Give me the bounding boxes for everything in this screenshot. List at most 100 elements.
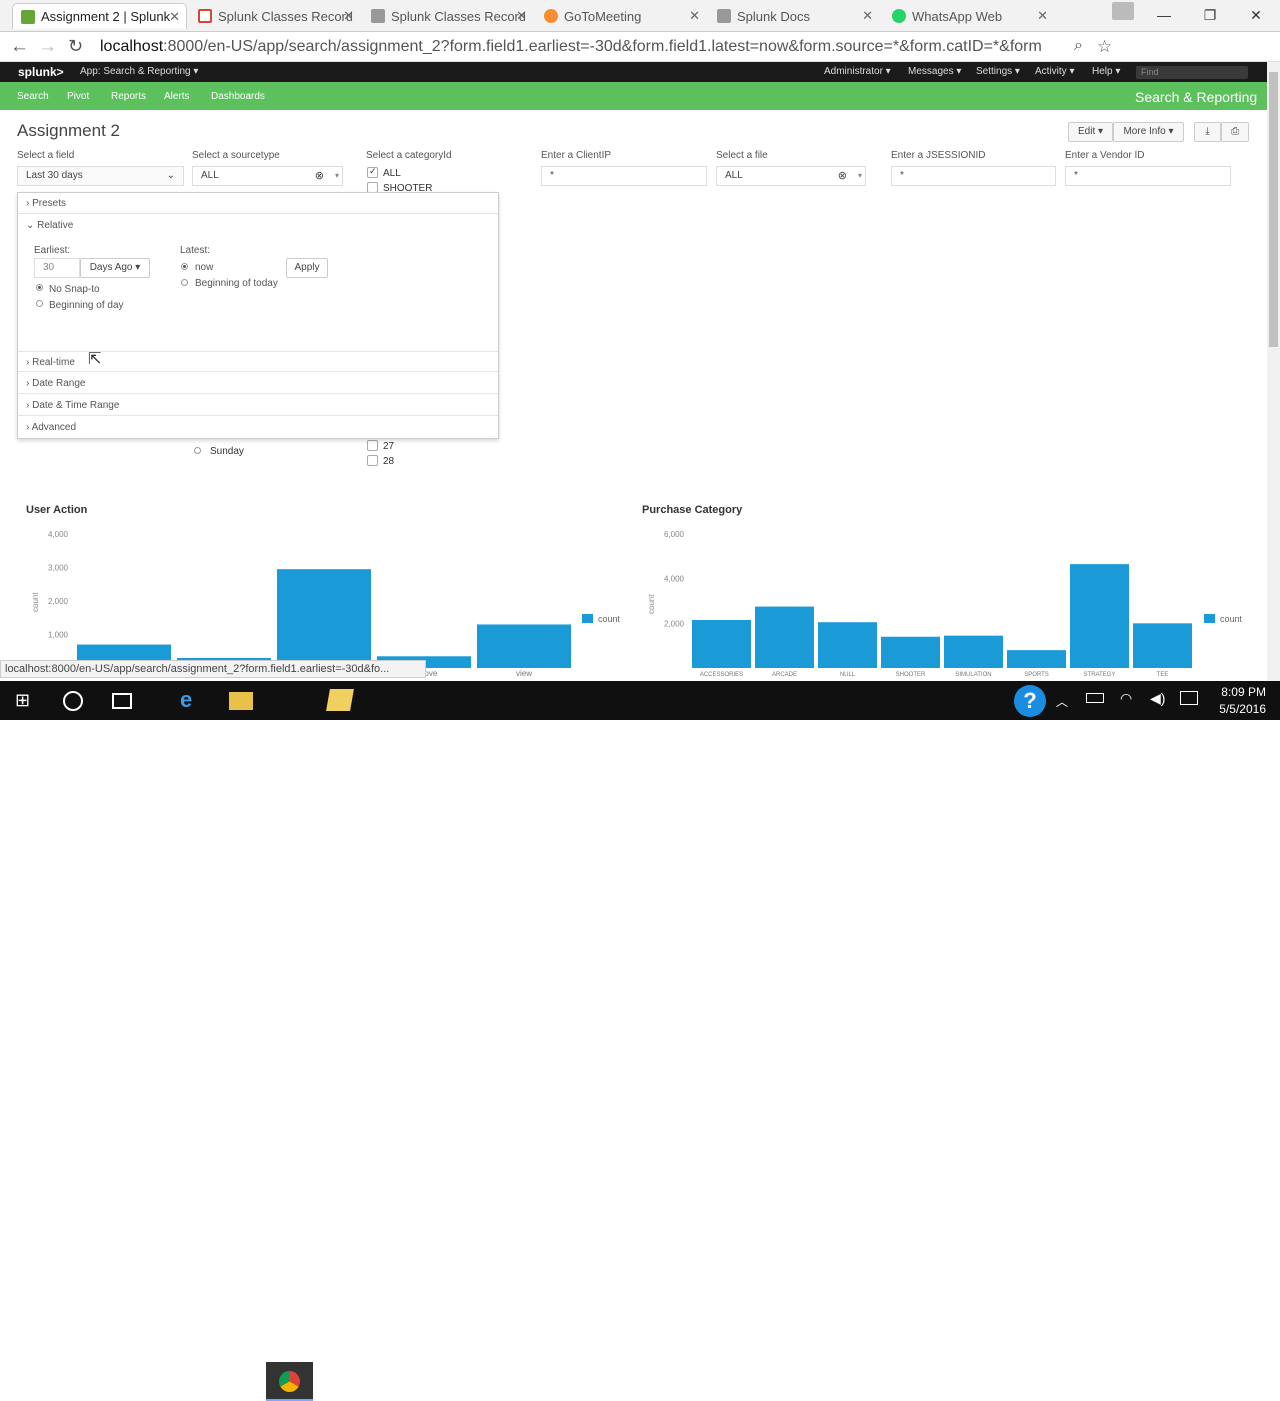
no-snap-radio[interactable] (36, 284, 43, 291)
chrome-taskbar-item[interactable] (266, 1362, 313, 1401)
user-action-chart: 4,0003,0002,0001,000countremoveviewcount (31, 530, 621, 678)
bar (944, 635, 1003, 668)
time-range-picker[interactable]: Last 30 days ⌄ (17, 166, 184, 186)
download-icon: ⤓ (1205, 126, 1210, 137)
beginning-of-day-radio[interactable] (36, 300, 43, 307)
beginning-of-today-radio[interactable] (181, 279, 188, 286)
menu-help[interactable]: Help ▾ (1092, 66, 1120, 77)
page-scrollbar[interactable] (1267, 62, 1280, 681)
export-button[interactable]: ⤓ (1194, 122, 1221, 142)
category-checkbox-28[interactable] (367, 455, 378, 466)
advanced-section[interactable]: › Advanced (18, 417, 498, 438)
x-tick-label: view (516, 669, 532, 678)
beginning-of-today-label: Beginning of today (195, 278, 278, 289)
sourcetype-select[interactable]: ALL ⊗ ▾ (192, 166, 343, 186)
notifications-icon[interactable] (1180, 691, 1198, 705)
y-tick-label: 2,000 (48, 597, 69, 606)
vendorid-input[interactable]: * (1065, 166, 1231, 186)
more-info-button[interactable]: More Info ▾ (1113, 122, 1184, 142)
close-tab-icon[interactable]: ✕ (516, 8, 527, 24)
nav-pivot[interactable]: Pivot (67, 91, 89, 102)
help-icon[interactable]: ? (1014, 685, 1046, 717)
restore-icon[interactable]: ❐ (1187, 2, 1233, 28)
date-range-section[interactable]: › Date Range (18, 373, 498, 394)
clock-time[interactable]: 8:09 PM (1214, 685, 1266, 699)
profile-icon[interactable] (1112, 2, 1134, 20)
clientip-input[interactable]: * (541, 166, 707, 186)
gotomeeting-icon (544, 9, 558, 23)
chart-title-user-action: User Action (26, 504, 88, 516)
tab-gotomeeting[interactable]: GoToMeeting ✕ (536, 3, 706, 29)
menu-activity[interactable]: Activity ▾ (1035, 66, 1074, 77)
now-radio[interactable] (181, 263, 188, 270)
splunk-top-bar: splunk> App: Search & Reporting ▾ Admini… (0, 62, 1267, 82)
sunday-radio[interactable] (194, 447, 201, 454)
close-tab-icon[interactable]: ✕ (862, 8, 873, 24)
nav-search[interactable]: Search (17, 91, 49, 102)
cortana-icon[interactable] (63, 691, 83, 711)
close-tab-icon[interactable]: ✕ (343, 8, 354, 24)
page-icon (371, 9, 385, 23)
tab-splunk-docs[interactable]: Splunk Docs ✕ (709, 3, 879, 29)
unit-select[interactable]: Days Ago ▾ (80, 258, 150, 278)
bar (1007, 650, 1066, 668)
menu-settings[interactable]: Settings ▾ (976, 66, 1020, 77)
battery-icon[interactable] (1086, 693, 1104, 703)
windows-start-icon[interactable]: ⊞ (15, 689, 39, 711)
jsessionid-input[interactable]: * (891, 166, 1056, 186)
clear-icon[interactable]: ⊗ (838, 167, 847, 185)
app-menu[interactable]: App: Search & Reporting ▾ (80, 66, 198, 77)
print-button[interactable]: ⎙ (1221, 122, 1249, 142)
bar (755, 606, 814, 668)
close-window-icon[interactable]: ✕ (1233, 2, 1279, 28)
url-field[interactable]: localhost:8000/en-US/app/search/assignme… (100, 36, 1120, 58)
bar (818, 622, 877, 668)
tab-splunk-classes-2[interactable]: Splunk Classes Record ✕ (363, 3, 533, 29)
relative-section[interactable]: ⌄ Relative (18, 215, 498, 236)
earliest-input[interactable]: 30 (34, 258, 80, 278)
forward-icon[interactable]: → (38, 36, 57, 58)
minimize-icon[interactable]: — (1141, 2, 1187, 28)
chevron-right-icon: › (26, 198, 30, 209)
tab-assignment2[interactable]: Assignment 2 | Splunk ✕ (12, 3, 187, 29)
edit-button[interactable]: Edit ▾ (1068, 122, 1113, 142)
reload-icon[interactable]: ↻ (68, 36, 83, 57)
tab-whatsapp[interactable]: WhatsApp Web ✕ (884, 3, 1054, 29)
close-tab-icon[interactable]: ✕ (689, 8, 700, 24)
splunk-logo[interactable]: splunk> (18, 65, 64, 79)
presets-section[interactable]: › Presets (18, 193, 498, 214)
category-checkbox-27[interactable] (367, 440, 378, 451)
y-tick-label: 4,000 (48, 530, 69, 539)
tab-splunk-classes-1[interactable]: Splunk Classes Record ✕ (190, 3, 360, 29)
volume-icon[interactable]: ◀) (1150, 690, 1165, 707)
zoom-icon[interactable]: ⌕ (1074, 37, 1083, 55)
nav-reports[interactable]: Reports (111, 91, 146, 102)
menu-administrator[interactable]: Administrator ▾ (824, 66, 891, 77)
show-hidden-icons-icon[interactable]: ︿ (1056, 693, 1068, 710)
close-tab-icon[interactable]: ✕ (1037, 8, 1048, 24)
chevron-right-icon: › (26, 422, 30, 433)
legend-label: count (598, 614, 621, 624)
apply-button[interactable]: Apply (286, 258, 328, 278)
scrollbar-thumb[interactable] (1269, 72, 1278, 347)
notes-app-icon[interactable] (326, 689, 354, 711)
nav-dashboards[interactable]: Dashboards (211, 91, 265, 102)
edge-icon[interactable]: e (180, 689, 204, 711)
menu-messages[interactable]: Messages ▾ (908, 66, 961, 77)
nav-alerts[interactable]: Alerts (164, 91, 190, 102)
bookmark-star-icon[interactable]: ☆ (1097, 37, 1112, 57)
clear-icon[interactable]: ⊗ (315, 167, 324, 185)
link-status-bar: localhost:8000/en-US/app/search/assignme… (0, 660, 426, 678)
category-checkbox-all[interactable]: ✓ (367, 166, 378, 178)
file-explorer-icon[interactable] (229, 692, 253, 710)
bar (881, 636, 940, 668)
task-view-icon[interactable] (112, 693, 132, 709)
back-icon[interactable]: ← (10, 36, 29, 58)
file-select[interactable]: ALL ⊗ ▾ (716, 166, 866, 186)
find-input[interactable]: Find (1136, 66, 1248, 79)
wifi-icon[interactable]: ◠ (1120, 690, 1132, 707)
bar (1070, 564, 1129, 668)
close-tab-icon[interactable]: ✕ (169, 9, 180, 25)
clock-date[interactable]: 5/5/2016 (1214, 702, 1266, 716)
date-time-range-section[interactable]: › Date & Time Range (18, 395, 498, 416)
